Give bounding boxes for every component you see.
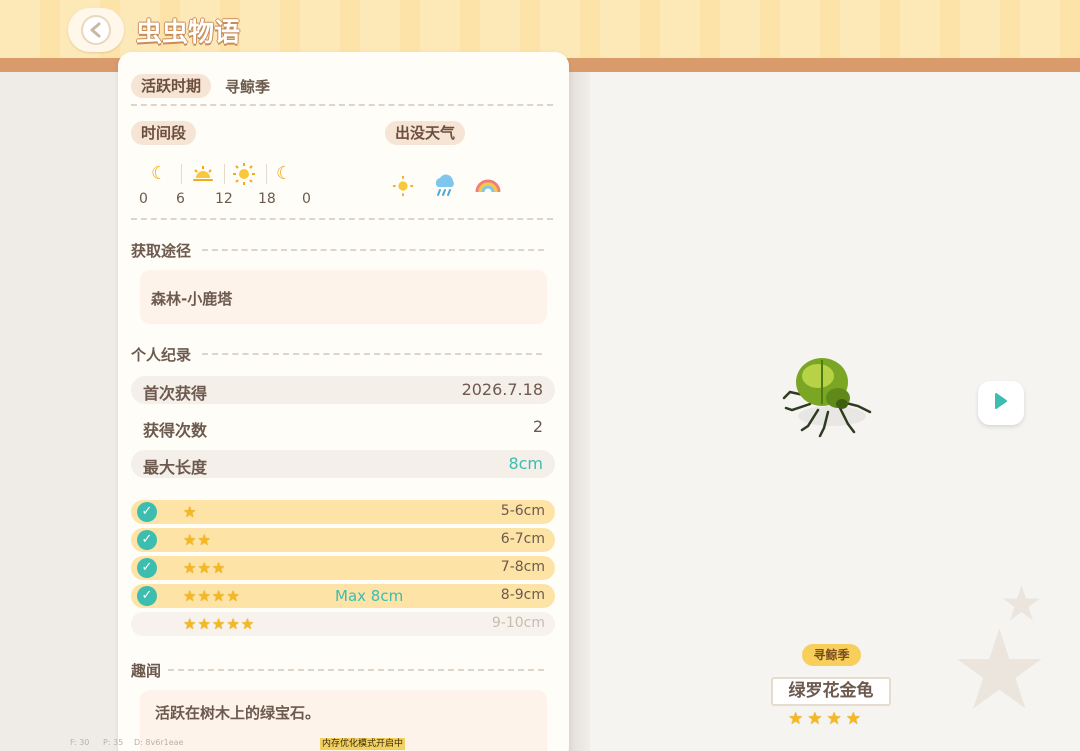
star-rating: ★★★ [183, 559, 227, 577]
record-value: 2 [532, 417, 543, 436]
record-label: 获得次数 [143, 421, 208, 440]
size-range: 7-8cm [500, 559, 545, 575]
star-rating: ★★★★★ [183, 615, 256, 633]
memory-mode-notice: 内存优化模式开启中 [320, 738, 406, 750]
star-rating: ★ [183, 503, 198, 521]
size-range: 5-6cm [500, 503, 545, 519]
decorative-star-icon: ★ [1000, 576, 1044, 632]
sun-icon [232, 163, 256, 190]
check-icon: ✓ [137, 502, 157, 522]
fps-readout: F: 30 [70, 738, 90, 747]
rainbow-icon [475, 176, 501, 198]
divider [266, 164, 267, 184]
check-icon: ✓ [137, 586, 157, 606]
record-label: 最大长度 [143, 458, 208, 477]
divider [181, 164, 182, 184]
specimen-star-rating: ★★★★ [788, 709, 865, 729]
source-section-label: 获取途径 [131, 242, 192, 260]
hour-label: 18 [258, 191, 276, 207]
source-value: 森林-小鹿塔 [151, 290, 233, 308]
star-rating: ★★ [183, 531, 212, 549]
divider [202, 249, 544, 251]
size-tier-row: ✓ ★★★ 7-8cm [131, 556, 555, 580]
record-section-label: 个人纪录 [131, 346, 192, 364]
ping-readout: P: 35 [103, 738, 124, 747]
divider [224, 164, 225, 184]
divider [168, 669, 544, 671]
hour-label: 0 [302, 191, 311, 207]
rain-cloud-icon [432, 173, 458, 201]
next-button[interactable] [978, 381, 1024, 425]
active-period-label: 活跃时期 [131, 74, 212, 98]
size-range: 9-10cm [491, 615, 545, 631]
active-period-value: 寻鲸季 [225, 78, 271, 96]
moon-icon: ☾ [276, 163, 293, 184]
hour-label: 0 [139, 191, 148, 207]
size-range: 6-7cm [500, 531, 545, 547]
play-arrow-icon [994, 392, 1008, 414]
record-row-first-obtained: 首次获得 2026.7.18 [131, 376, 555, 404]
record-value: 8cm [508, 454, 543, 473]
weather-section-label: 出没天气 [385, 121, 466, 145]
back-arrow-icon [81, 15, 111, 45]
size-tier-row: ✓ ★★ 6-7cm [131, 528, 555, 552]
hour-label: 6 [176, 191, 185, 207]
star-rating: ★★★★ [183, 587, 241, 605]
record-label: 首次获得 [143, 384, 208, 403]
size-range: 8-9cm [500, 587, 545, 603]
sunrise-icon [191, 164, 215, 189]
season-badge: 寻鲸季 [802, 644, 861, 666]
size-tier-row: ★★★★★ 9-10cm [131, 612, 555, 636]
sun-icon [392, 175, 414, 201]
fun-fact-text: 活跃在树木上的绿宝石。 [155, 704, 321, 722]
book-spine [568, 72, 590, 751]
moon-icon: ☾ [151, 163, 168, 184]
check-icon: ✓ [137, 530, 157, 550]
beetle-image[interactable] [778, 352, 878, 446]
divider [202, 353, 542, 355]
divider [131, 104, 553, 106]
device-id-readout: D: 8v6r1eae [134, 738, 184, 747]
specimen-name: 绿罗花金龟 [771, 677, 891, 706]
size-tier-row: ✓ ★ 5-6cm [131, 500, 555, 524]
fun-section-label: 趣闻 [131, 662, 162, 680]
record-row-count: 获得次数 2 [131, 413, 555, 441]
divider [131, 218, 553, 220]
time-section-label: 时间段 [131, 121, 197, 145]
record-row-max-length: 最大长度 8cm [131, 450, 555, 478]
back-button[interactable] [68, 8, 124, 52]
max-size-tag: Max 8cm [335, 587, 404, 605]
check-icon: ✓ [137, 558, 157, 578]
record-value: 2026.7.18 [461, 380, 543, 399]
hour-label: 12 [215, 191, 233, 207]
decorative-star-icon: ★ [950, 606, 1049, 734]
size-tier-row: ✓ ★★★★ Max 8cm 8-9cm [131, 584, 555, 608]
page-title: 虫虫物语 [136, 18, 241, 48]
